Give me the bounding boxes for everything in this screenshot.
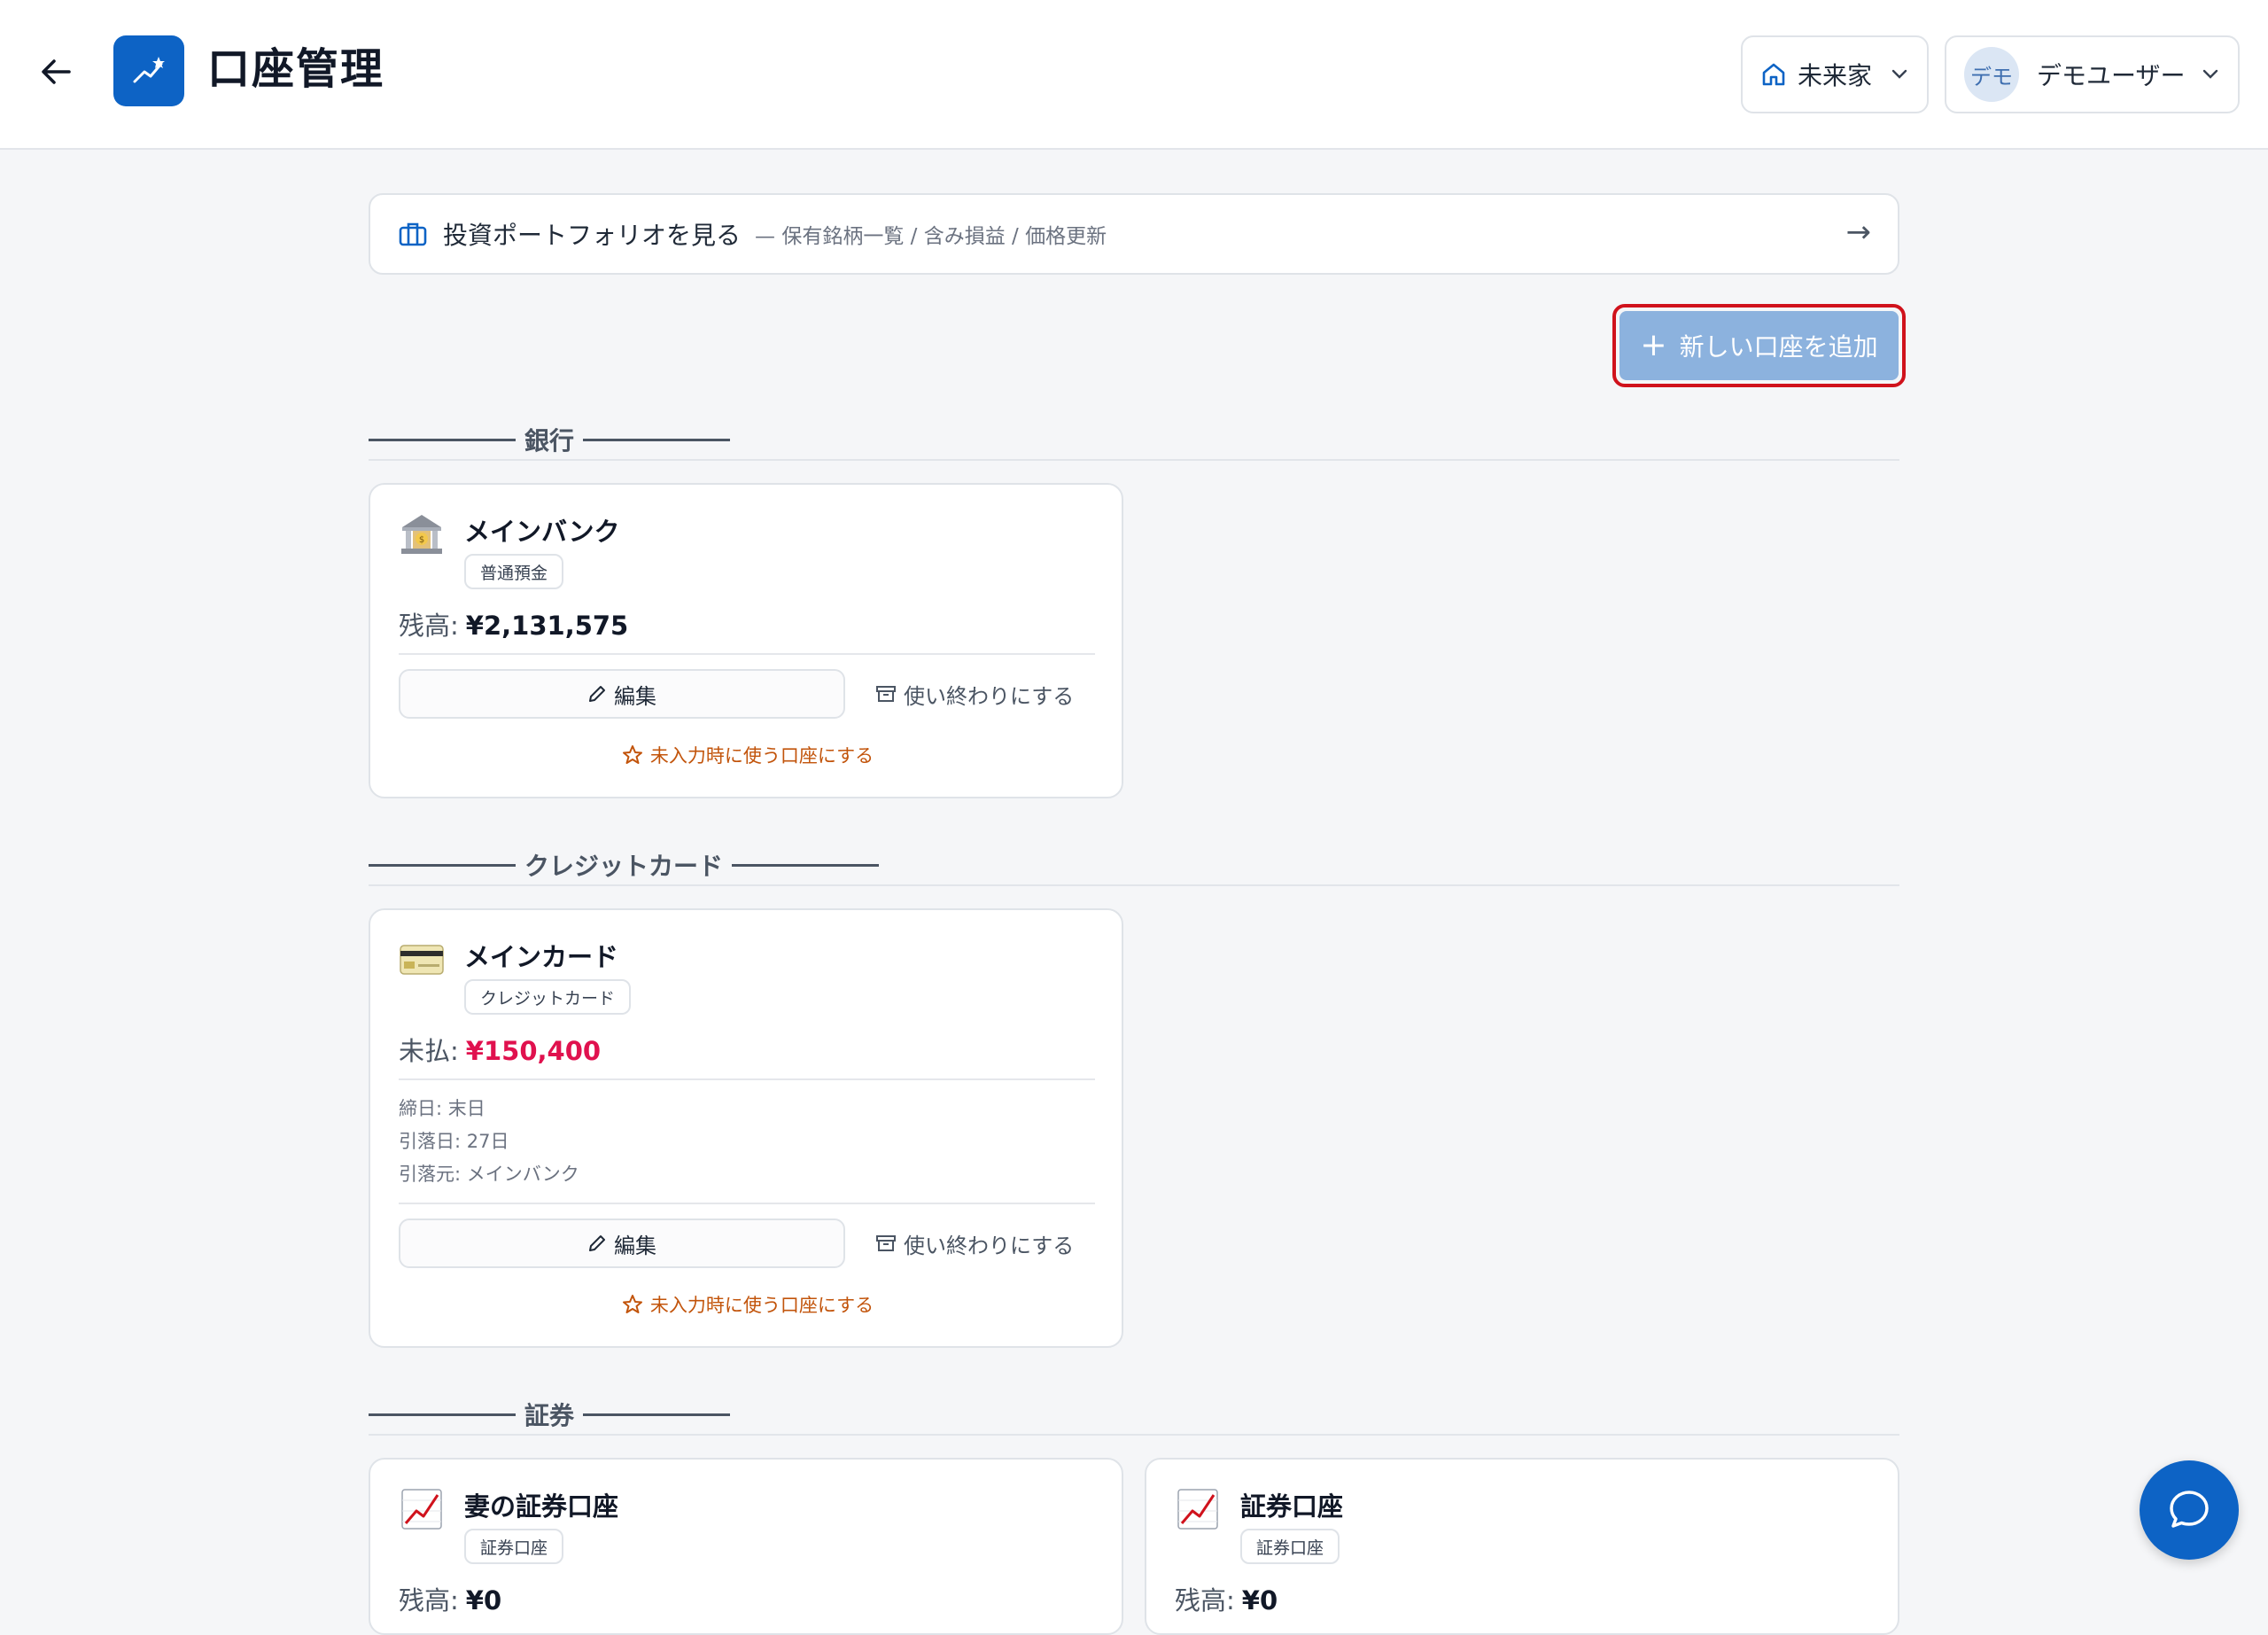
account-balance: 残高: ¥2,131,575	[399, 605, 628, 642]
section-heading-securities: 証券	[369, 1400, 1899, 1436]
section-label: 証券	[524, 1401, 575, 1430]
archive-icon	[876, 1235, 896, 1251]
balance-label: 残高:	[399, 1585, 459, 1616]
balance-amount: ¥2,131,575	[465, 611, 629, 641]
account-card-securities: 証券口座 証券口座 残高: ¥0	[1145, 1458, 1899, 1635]
household-name: 未来家	[1798, 61, 1873, 90]
add-account-label: 新しい口座を追加	[1679, 332, 1878, 362]
card-details: 締日: 末日 引落日: 27日 引落元: メインバンク	[399, 1093, 579, 1191]
balance-label: 未払:	[399, 1036, 459, 1066]
section-label: 銀行	[524, 426, 575, 455]
plus-icon: +	[1640, 327, 1667, 363]
archive-button[interactable]: 使い終わりにする	[875, 669, 1074, 719]
account-card-main-bank: $ メインバンク 普通預金 残高: ¥2,131,575 編集 使い終わりにする …	[369, 483, 1123, 798]
credit-card-icon	[400, 945, 444, 975]
back-button[interactable]	[34, 50, 78, 94]
account-name: メインカード	[464, 942, 619, 972]
account-balance: 残高: ¥0	[1175, 1580, 1278, 1617]
balance-label: 残高:	[399, 611, 459, 641]
pencil-icon	[589, 686, 605, 702]
account-balance: 未払: ¥150,400	[399, 1031, 601, 1068]
app-header: 口座管理 未来家 デモ デモユーザー	[0, 0, 2268, 150]
section-label: クレジットカード	[524, 852, 724, 881]
briefcase-icon	[399, 222, 427, 246]
avatar: デモ	[1964, 47, 2019, 102]
user-menu[interactable]: デモ デモユーザー	[1945, 35, 2240, 113]
account-type-badge: 証券口座	[464, 1529, 564, 1564]
add-account-button[interactable]: + 新しい口座を追加	[1619, 311, 1899, 380]
star-icon	[622, 1295, 642, 1313]
account-name: メインバンク	[464, 517, 620, 547]
debit-from: 引落元: メインバンク	[399, 1164, 579, 1185]
arrow-right-icon: →	[1845, 214, 1872, 250]
trend-up-icon	[133, 57, 165, 83]
chevron-down-icon	[1891, 69, 1907, 79]
archive-label: 使い終わりにする	[904, 683, 1075, 709]
account-card-main-card: メインカード クレジットカード 未払: ¥150,400 締日: 末日 引落日: …	[369, 908, 1123, 1348]
edit-label: 編集	[614, 1233, 656, 1258]
chevron-down-icon	[2202, 69, 2218, 79]
chat-button[interactable]	[2140, 1460, 2239, 1560]
chart-up-icon	[1177, 1489, 1218, 1530]
star-icon	[622, 745, 642, 764]
section-heading-bank: 銀行	[369, 425, 1899, 461]
balance-label: 残高:	[1175, 1585, 1235, 1616]
account-name: 妻の証券口座	[464, 1491, 619, 1522]
set-default-label: 未入力時に使う口座にする	[649, 1295, 874, 1316]
account-type-badge: 普通預金	[464, 554, 564, 589]
edit-button[interactable]: 編集	[399, 669, 845, 719]
balance-amount: ¥0	[1241, 1585, 1278, 1616]
set-default-label: 未入力時に使う口座にする	[649, 745, 874, 767]
section-heading-credit: クレジットカード	[369, 851, 1899, 886]
portfolio-link[interactable]: 投資ポートフォリオを見る — 保有銘柄一覧 / 含み損益 / 価格更新 →	[369, 193, 1899, 275]
archive-label: 使い終わりにする	[904, 1233, 1075, 1258]
account-card-wife-securities: 妻の証券口座 証券口座 残高: ¥0	[369, 1458, 1123, 1635]
account-type-badge: 証券口座	[1240, 1529, 1340, 1564]
svg-text:$: $	[419, 535, 424, 545]
balance-amount: ¥0	[465, 1585, 502, 1616]
user-name: デモユーザー	[2037, 61, 2186, 90]
bank-icon: $	[401, 515, 442, 554]
account-name: 証券口座	[1240, 1491, 1344, 1522]
add-account-highlight: + 新しい口座を追加	[1612, 304, 1906, 387]
portfolio-link-title: 投資ポートフォリオを見る	[443, 221, 742, 250]
arrow-left-icon	[42, 59, 71, 84]
card-divider	[399, 653, 1095, 655]
edit-label: 編集	[614, 683, 656, 709]
closing-day: 締日: 末日	[399, 1098, 485, 1119]
chat-bubble-icon	[2170, 1491, 2209, 1528]
debit-day: 引落日: 27日	[399, 1131, 509, 1152]
archive-icon	[876, 686, 896, 702]
set-default-button[interactable]: 未入力時に使う口座にする	[370, 1291, 1125, 1318]
card-divider	[399, 1203, 1095, 1204]
card-divider	[399, 1078, 1095, 1080]
app-logo	[113, 35, 184, 106]
chart-up-icon	[401, 1489, 442, 1530]
set-default-button[interactable]: 未入力時に使う口座にする	[370, 742, 1125, 768]
archive-button[interactable]: 使い終わりにする	[875, 1218, 1074, 1268]
portfolio-link-subtitle: — 保有銘柄一覧 / 含み損益 / 価格更新	[755, 225, 1107, 248]
account-type-badge: クレジットカード	[464, 979, 632, 1015]
edit-button[interactable]: 編集	[399, 1218, 845, 1268]
balance-amount: ¥150,400	[465, 1036, 602, 1066]
household-selector[interactable]: 未来家	[1741, 35, 1929, 113]
pencil-icon	[589, 1235, 605, 1251]
account-balance: 残高: ¥0	[399, 1580, 501, 1617]
page-title: 口座管理	[207, 44, 385, 94]
home-icon	[1762, 63, 1785, 86]
